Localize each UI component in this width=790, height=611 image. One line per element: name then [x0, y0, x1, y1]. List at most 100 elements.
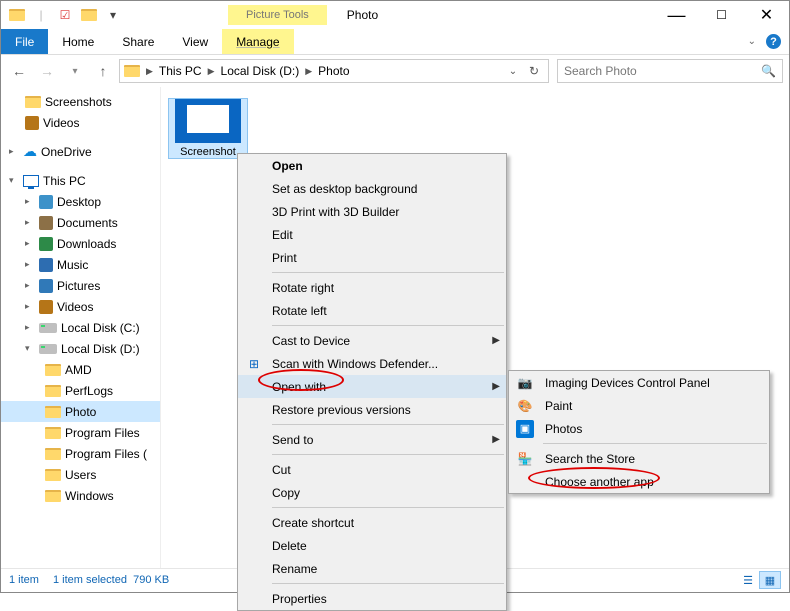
search-input[interactable]: Search Photo 🔍 — [557, 59, 783, 83]
tree-amd[interactable]: AMD — [1, 359, 160, 380]
ctx-open-with[interactable]: Open with▶ — [238, 375, 506, 398]
contextual-tools: Picture Tools — [228, 5, 327, 25]
minimize-button[interactable]: — — [654, 1, 699, 29]
ctx-cast[interactable]: Cast to Device▶ — [238, 329, 506, 352]
collapse-icon[interactable]: ▾ — [25, 343, 35, 354]
tree-programfiles[interactable]: Program Files — [1, 422, 160, 443]
tree-downloads[interactable]: ▸Downloads — [1, 233, 160, 254]
tree-locald[interactable]: ▾Local Disk (D:) — [1, 338, 160, 359]
folder-icon — [45, 490, 61, 502]
sub-photos[interactable]: ▣Photos — [509, 417, 769, 440]
crumb-locald[interactable]: Local Disk (D:) — [221, 64, 300, 78]
paint-icon: 🎨 — [516, 397, 534, 415]
file-label: Screenshot — [169, 146, 247, 158]
navigation-tree[interactable]: Screenshots Videos ▸☁OneDrive ▾This PC ▸… — [1, 87, 161, 568]
ctx-separator — [272, 454, 504, 455]
ctx-open[interactable]: Open — [238, 154, 506, 177]
help-icon[interactable]: ? — [766, 34, 781, 49]
tree-photo[interactable]: Photo — [1, 401, 160, 422]
ribbon-collapse-icon[interactable]: ⌄ — [748, 36, 756, 47]
ctx-set-background[interactable]: Set as desktop background — [238, 177, 506, 200]
nav-up-button[interactable]: ↑ — [91, 59, 115, 83]
ctx-restore[interactable]: Restore previous versions — [238, 398, 506, 421]
tree-localc[interactable]: ▸Local Disk (C:) — [1, 317, 160, 338]
tab-manage[interactable]: Manage — [222, 29, 293, 54]
nav-recent-button[interactable]: ▾ — [63, 59, 87, 83]
crumb-photo[interactable]: Photo — [318, 64, 349, 78]
tree-screenshots[interactable]: Screenshots — [1, 91, 160, 112]
qat-customize-icon[interactable]: ▾ — [101, 4, 125, 26]
tree-perflogs[interactable]: PerfLogs — [1, 380, 160, 401]
ctx-3dprint[interactable]: 3D Print with 3D Builder — [238, 200, 506, 223]
ctx-rotate-right[interactable]: Rotate right — [238, 276, 506, 299]
ctx-rotate-left[interactable]: Rotate left — [238, 299, 506, 322]
ctx-delete[interactable]: Delete — [238, 534, 506, 557]
ctx-edit[interactable]: Edit — [238, 223, 506, 246]
close-button[interactable]: ✕ — [744, 1, 789, 29]
address-refresh-icon[interactable]: ↻ — [524, 64, 544, 78]
ctx-send-to[interactable]: Send to▶ — [238, 428, 506, 451]
sub-paint[interactable]: 🎨Paint — [509, 394, 769, 417]
tab-file[interactable]: File — [1, 29, 48, 54]
qat-newfolder-icon[interactable] — [77, 4, 101, 26]
ctx-scan-defender[interactable]: ⊞Scan with Windows Defender... — [238, 352, 506, 375]
contextual-tools-label: Picture Tools — [228, 5, 327, 25]
tree-desktop[interactable]: ▸Desktop — [1, 191, 160, 212]
tab-share[interactable]: Share — [108, 29, 168, 54]
folder-icon — [45, 448, 61, 460]
qat-folder-icon[interactable] — [5, 4, 29, 26]
tree-windows[interactable]: Windows — [1, 485, 160, 506]
view-icons-button[interactable]: ▦ — [759, 571, 781, 589]
tree-documents[interactable]: ▸Documents — [1, 212, 160, 233]
ctx-separator — [272, 507, 504, 508]
tree-videos2[interactable]: ▸Videos — [1, 296, 160, 317]
photos-icon: ▣ — [516, 420, 534, 438]
address-bar[interactable]: ▶ This PC ▶ Local Disk (D:) ▶ Photo ⌄ ↻ — [119, 59, 549, 83]
nav-back-button[interactable]: ← — [7, 59, 31, 83]
sub-search-store[interactable]: 🏪Search the Store — [509, 447, 769, 470]
drive-icon — [39, 323, 57, 333]
tree-programfilesx[interactable]: Program Files ( — [1, 443, 160, 464]
store-icon: 🏪 — [516, 450, 534, 468]
maximize-button[interactable]: ☐ — [699, 1, 744, 29]
address-folder-icon — [124, 65, 140, 77]
ctx-copy[interactable]: Copy — [238, 481, 506, 504]
defender-icon: ⊞ — [245, 355, 263, 373]
expand-icon[interactable]: ▸ — [9, 146, 19, 157]
crumb-sep-icon[interactable]: ▶ — [144, 66, 155, 77]
ctx-separator — [543, 443, 767, 444]
folder-icon — [45, 469, 61, 481]
qat-properties-icon[interactable]: ☑ — [53, 4, 77, 26]
tab-home[interactable]: Home — [48, 29, 108, 54]
nav-forward-button[interactable]: → — [35, 59, 59, 83]
qat-separator: | — [29, 4, 53, 26]
ctx-properties[interactable]: Properties — [238, 587, 506, 610]
tree-pictures[interactable]: ▸Pictures — [1, 275, 160, 296]
ctx-cut[interactable]: Cut — [238, 458, 506, 481]
address-dropdown-icon[interactable]: ⌄ — [503, 64, 523, 78]
ctx-create-shortcut[interactable]: Create shortcut — [238, 511, 506, 534]
crumb-sep-icon[interactable]: ▶ — [206, 66, 217, 77]
ctx-separator — [272, 424, 504, 425]
tree-thispc[interactable]: ▾This PC — [1, 170, 160, 191]
folder-icon — [45, 385, 61, 397]
tree-music[interactable]: ▸Music — [1, 254, 160, 275]
ctx-print[interactable]: Print — [238, 246, 506, 269]
tree-onedrive[interactable]: ▸☁OneDrive — [1, 141, 160, 162]
ctx-separator — [272, 272, 504, 273]
sub-imaging[interactable]: 📷Imaging Devices Control Panel — [509, 371, 769, 394]
tree-videos[interactable]: Videos — [1, 112, 160, 133]
tree-users[interactable]: Users — [1, 464, 160, 485]
sub-choose-another[interactable]: Choose another app — [509, 470, 769, 493]
file-item-screenshot[interactable]: Screenshot — [169, 99, 247, 158]
ctx-rename[interactable]: Rename — [238, 557, 506, 580]
quick-access-toolbar: | ☑ ▾ — [1, 4, 125, 26]
crumb-sep-icon[interactable]: ▶ — [303, 66, 314, 77]
pictures-icon — [39, 279, 53, 293]
videos-icon — [39, 300, 53, 314]
tab-view[interactable]: View — [168, 29, 222, 54]
view-details-button[interactable]: ☰ — [737, 571, 759, 589]
collapse-icon[interactable]: ▾ — [9, 175, 19, 186]
crumb-thispc[interactable]: This PC — [159, 64, 202, 78]
cloud-icon: ☁ — [23, 143, 37, 160]
